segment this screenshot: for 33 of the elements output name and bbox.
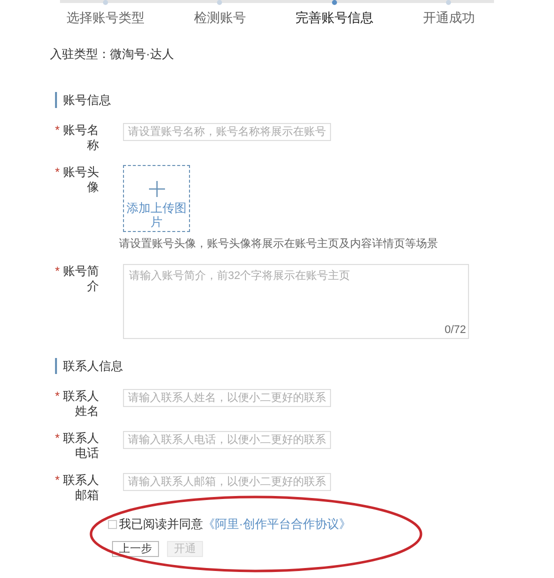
section-title: 联系人信息 (63, 358, 123, 375)
field-label: 账号简介 (62, 264, 99, 294)
field-label: 账号名称 (62, 122, 99, 152)
text-field[interactable]: 请输入联系人邮箱，以便小二更好的联系 (123, 473, 331, 491)
checkbox[interactable] (108, 520, 117, 528)
section-marker (55, 358, 57, 374)
required-mark: * (55, 389, 61, 405)
plus-icon (148, 180, 164, 196)
text-field[interactable]: 请输入联系人姓名，以便小二更好的联系 (123, 389, 331, 407)
field-label: 账号头像 (62, 164, 99, 194)
required-mark: * (55, 431, 61, 447)
field-label: 联系人姓名 (62, 389, 99, 419)
required-mark: * (55, 264, 61, 280)
account-type-text: 入驻类型：微淘号·达人 (50, 46, 175, 62)
step-label: 完善账号信息 (295, 9, 374, 27)
step-label: 选择账号类型 (66, 9, 144, 27)
required-mark: * (55, 473, 61, 489)
field-label: 联系人电话 (62, 431, 99, 461)
back-button[interactable]: 上一步 (112, 541, 159, 557)
step-label: 检测账号 (194, 9, 246, 27)
upload-button[interactable]: 添加上传图片 (123, 164, 190, 232)
section-marker (55, 92, 57, 108)
field-label: 联系人邮箱 (62, 473, 99, 503)
required-mark: * (55, 164, 61, 180)
agreement-label: 我已阅读并同意 (119, 516, 203, 533)
hint-text: 请设置账号头像，账号头像将展示在账号主页及内容详情页等场景 (119, 236, 438, 252)
section-title: 账号信息 (63, 92, 111, 108)
required-mark: * (55, 122, 61, 138)
text-field[interactable]: 请输入联系人电话，以便小二更好的联系 (123, 431, 331, 449)
step-label: 开通成功 (422, 9, 475, 27)
character-counter: 0/72 (444, 322, 466, 338)
text-field[interactable]: 请设置账号名称，账号名称将展示在账号 (123, 122, 331, 140)
agreement-link[interactable]: 《阿里·创作平台合作协议》 (203, 515, 351, 533)
